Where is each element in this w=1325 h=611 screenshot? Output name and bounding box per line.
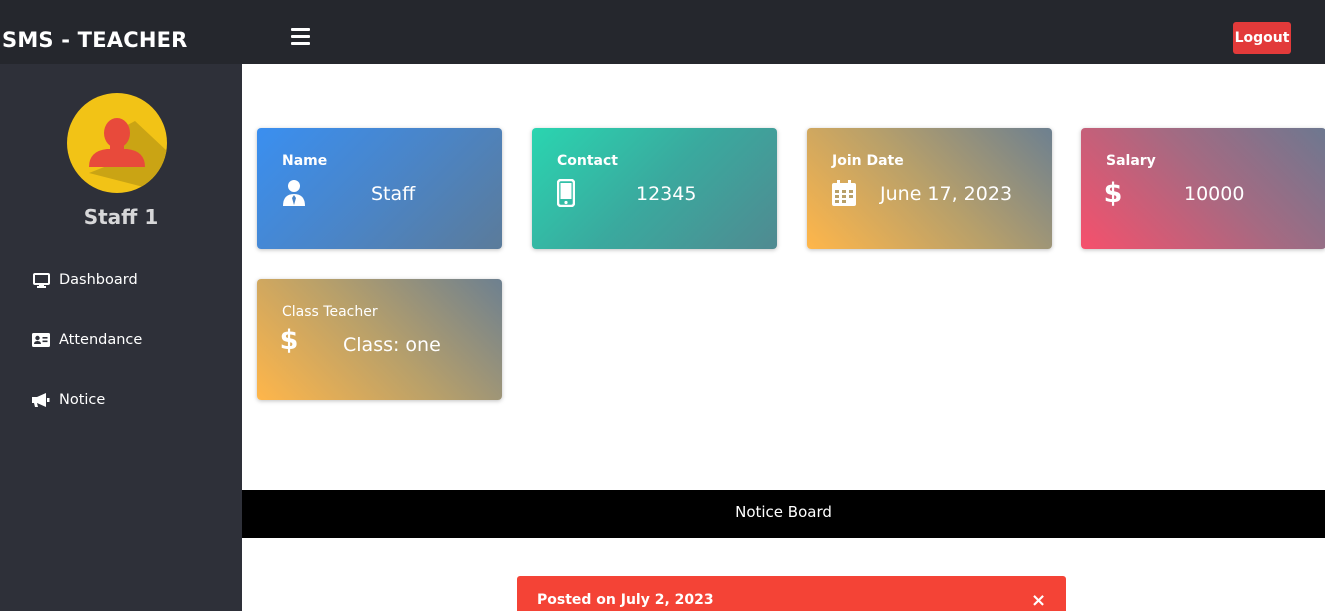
- id-card-icon: [32, 331, 50, 349]
- card-title: Contact: [557, 153, 618, 169]
- card-value: Staff: [371, 183, 416, 205]
- salary-card: Salary $ 10000: [1081, 128, 1325, 249]
- card-title: Salary: [1106, 153, 1156, 169]
- card-title: Join Date: [832, 153, 904, 169]
- notice-alert: Posted on July 2, 2023 ×: [517, 576, 1066, 611]
- notice-board-header: Notice Board: [242, 490, 1325, 538]
- svg-text:$: $: [280, 325, 299, 355]
- dollar-icon: $: [1103, 178, 1129, 208]
- user-tie-icon: [282, 178, 308, 208]
- sidebar-item-notice[interactable]: Notice: [32, 388, 105, 412]
- brand-title: SMS - TEACHER: [2, 28, 188, 52]
- dollar-icon: $: [279, 325, 305, 355]
- card-value: June 17, 2023: [880, 183, 1013, 205]
- card-value: Class: one: [343, 334, 441, 356]
- card-value: 10000: [1184, 183, 1245, 205]
- svg-text:$: $: [1104, 178, 1123, 208]
- sidebar-item-label: Attendance: [59, 332, 143, 348]
- sidebar-item-label: Dashboard: [59, 272, 138, 288]
- staff-name: Staff 1: [83, 205, 159, 229]
- name-card: Name Staff: [257, 128, 502, 249]
- mobile-phone-icon: [557, 178, 583, 208]
- sidebar: Staff 1 Dashboard Attendance Notice: [0, 64, 242, 611]
- user-avatar-icon: [67, 93, 167, 193]
- top-navbar: SMS - TEACHER Logout: [0, 0, 1325, 64]
- card-value: 12345: [636, 183, 697, 205]
- megaphone-icon: [32, 391, 50, 409]
- card-title: Name: [282, 153, 328, 169]
- sidebar-item-attendance[interactable]: Attendance: [32, 328, 142, 352]
- join-date-card: Join Date June 17, 2023: [807, 128, 1052, 249]
- contact-card: Contact 12345: [532, 128, 777, 249]
- monitor-icon: [32, 271, 50, 289]
- notice-posted-date: Posted on July 2, 2023: [537, 592, 714, 608]
- close-icon[interactable]: ×: [1031, 592, 1046, 610]
- hamburger-menu-icon[interactable]: [291, 28, 310, 45]
- calendar-icon: [832, 178, 858, 208]
- sidebar-item-dashboard[interactable]: Dashboard: [32, 268, 138, 292]
- class-teacher-card: Class Teacher $ Class: one: [257, 279, 502, 400]
- sidebar-item-label: Notice: [59, 392, 106, 408]
- card-title: Class Teacher: [282, 304, 378, 320]
- logout-button[interactable]: Logout: [1233, 22, 1291, 54]
